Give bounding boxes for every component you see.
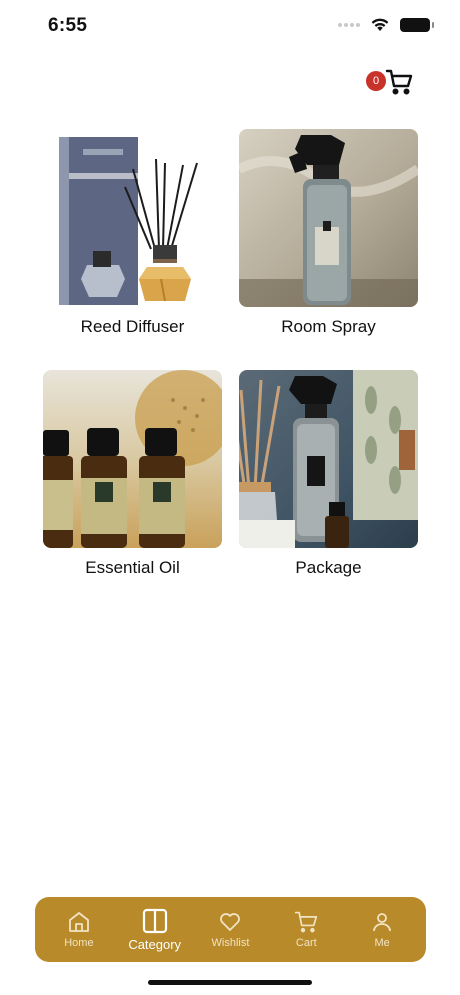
user-icon bbox=[373, 913, 391, 932]
category-label: Room Spray bbox=[281, 317, 376, 336]
nav-item-category[interactable]: Category bbox=[118, 908, 192, 952]
cart-icon bbox=[295, 911, 318, 933]
nav-label: Cart bbox=[295, 937, 317, 949]
status-bar: 6:55 bbox=[0, 0, 460, 52]
signal-icon bbox=[338, 22, 360, 27]
nav-item-cart[interactable]: Cart bbox=[269, 910, 343, 949]
category-card-room-spray[interactable]: Room Spray bbox=[239, 129, 418, 337]
header-cart-button[interactable]: 0 bbox=[366, 66, 414, 100]
heart-icon bbox=[220, 913, 241, 931]
category-label: Package bbox=[295, 558, 362, 577]
wifi-icon bbox=[371, 18, 389, 31]
category-icon bbox=[142, 908, 167, 933]
home-icon bbox=[68, 912, 89, 932]
nav-item-home[interactable]: Home bbox=[42, 910, 116, 949]
package-image bbox=[239, 370, 418, 548]
category-label: Essential Oil bbox=[85, 558, 180, 577]
cart-count-badge: 0 bbox=[366, 71, 386, 91]
battery-icon bbox=[400, 17, 434, 32]
nav-item-me[interactable]: Me bbox=[345, 910, 419, 949]
nav-label: Home bbox=[64, 937, 94, 949]
essential-oil-image bbox=[43, 370, 222, 548]
nav-label: Wishlist bbox=[211, 937, 250, 949]
nav-label: Category bbox=[128, 936, 182, 952]
status-icons bbox=[338, 17, 434, 32]
nav-label: Me bbox=[374, 937, 390, 949]
category-card-essential-oil[interactable]: Essential Oil bbox=[43, 370, 222, 578]
category-label: Reed Diffuser bbox=[80, 317, 185, 336]
category-card-package[interactable]: Package bbox=[239, 370, 418, 578]
reed-diffuser-image bbox=[43, 129, 222, 307]
category-card-reed-diffuser[interactable]: Reed Diffuser bbox=[43, 129, 222, 337]
status-time: 6:55 bbox=[48, 15, 88, 36]
cart-icon bbox=[385, 69, 413, 95]
nav-item-wishlist[interactable]: Wishlist bbox=[193, 910, 267, 949]
home-indicator bbox=[148, 980, 312, 985]
bottom-nav: Home Category Wishlist Cart Me bbox=[35, 897, 426, 962]
room-spray-image bbox=[239, 129, 418, 307]
